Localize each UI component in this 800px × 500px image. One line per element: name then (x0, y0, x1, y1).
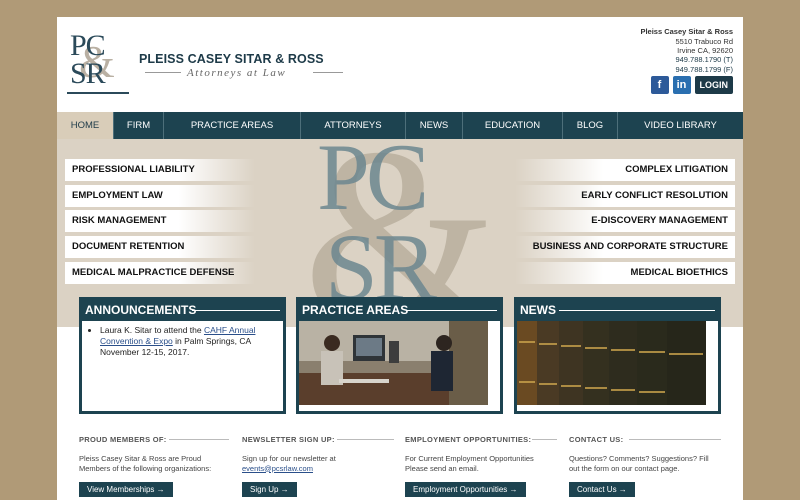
contact-column: CONTACT US: Questions? Comments? Suggest… (569, 435, 721, 497)
practice-areas-image[interactable] (299, 321, 500, 411)
announcement-text: Laura K. Sitar to attend the (100, 325, 204, 335)
newsletter-email-link[interactable]: events@pcsrlaw.com (242, 464, 394, 474)
law-books-photo (517, 321, 706, 405)
contact-heading: CONTACT US: (569, 435, 624, 444)
facebook-icon[interactable]: f (650, 76, 669, 94)
practice-link-document-retention[interactable]: DOCUMENT RETENTION (65, 236, 255, 258)
address-name: Pleiss Casey Sitar & Ross (640, 27, 733, 36)
practice-link-business-corporate[interactable]: BUSINESS AND CORPORATE STRUCTURE (515, 236, 735, 258)
news-image[interactable] (517, 321, 718, 411)
logo-monogram: & PC SR (67, 29, 129, 91)
practice-link-early-conflict[interactable]: EARLY CONFLICT RESOLUTION (515, 185, 735, 207)
title-rule (559, 310, 715, 311)
announcements-body: Laura K. Sitar to attend the CAHF Annual… (82, 321, 283, 411)
nav-education[interactable]: EDUCATION (463, 112, 563, 139)
phone-fax: 949.788.1799 (F) (675, 64, 733, 74)
nav-news[interactable]: NEWS (406, 112, 463, 139)
practice-areas-box[interactable]: PRACTICE AREAS (296, 297, 503, 414)
office-meeting-photo (299, 321, 488, 405)
employment-opportunities-button[interactable]: Employment Opportunities → (405, 482, 526, 497)
newsletter-column: NEWSLETTER SIGN UP: Sign up for our news… (242, 435, 394, 497)
view-memberships-button[interactable]: View Memberships → (79, 482, 173, 497)
news-box[interactable]: NEWS (514, 297, 721, 414)
linkedin-icon[interactable]: in (672, 76, 691, 94)
page: & PC SR PLEISS CASEY SITAR & ROSS Attorn… (57, 17, 743, 500)
nav-home[interactable]: HOME (57, 112, 114, 139)
tagline-rule-right (313, 72, 343, 73)
contact-text: Questions? Comments? Suggestions? Fill o… (569, 454, 709, 473)
practice-areas-title-text: PRACTICE AREAS (302, 303, 409, 317)
newsletter-text: Sign up for our newsletter at events@pcs… (242, 454, 394, 473)
heading-rule (629, 439, 721, 440)
nav-blog[interactable]: BLOG (563, 112, 618, 139)
news-title-text: NEWS (520, 303, 556, 317)
nav-practice-areas[interactable]: PRACTICE AREAS (164, 112, 301, 139)
title-rule (192, 310, 280, 311)
nav-attorneys[interactable]: ATTORNEYS (301, 112, 406, 139)
social-links: f in LOGIN (650, 76, 733, 94)
nav-video-library[interactable]: VIDEO LIBRARY (618, 112, 743, 139)
firm-address: Pleiss Casey Sitar & Ross 5510 Trabuco R… (640, 27, 733, 56)
announcements-box: ANNOUNCEMENTS Laura K. Sitar to attend t… (79, 297, 286, 414)
employment-heading: EMPLOYMENT OPPORTUNITIES: (405, 435, 532, 444)
practice-link-ediscovery[interactable]: E-DISCOVERY MANAGEMENT (515, 210, 735, 232)
announcements-title-text: ANNOUNCEMENTS (85, 303, 197, 317)
firm-name: PLEISS CASEY SITAR & ROSS (139, 52, 324, 66)
announcements-title: ANNOUNCEMENTS (82, 300, 283, 320)
practice-link-complex-litigation[interactable]: COMPLEX LITIGATION (515, 159, 735, 181)
practice-link-risk-management[interactable]: RISK MANAGEMENT (65, 210, 255, 232)
practice-link-medical-malpractice[interactable]: MEDICAL MALPRACTICE DEFENSE (65, 262, 255, 284)
phone-telephone[interactable]: 949.788.1790 (T) (675, 55, 733, 65)
employment-text: For Current Employment Opportunities Ple… (405, 454, 534, 473)
newsletter-description: Sign up for our newsletter at (242, 454, 336, 463)
practice-areas-title: PRACTICE AREAS (299, 300, 500, 320)
announcement-item: Laura K. Sitar to attend the CAHF Annual… (100, 325, 279, 358)
practice-link-professional-liability[interactable]: PROFESSIONAL LIABILITY (65, 159, 255, 181)
newsletter-heading: NEWSLETTER SIGN UP: (242, 435, 335, 444)
main-nav: HOME FIRM PRACTICE AREAS ATTORNEYS NEWS … (57, 112, 743, 139)
phone-numbers: 949.788.1790 (T) 949.788.1799 (F) (675, 55, 733, 74)
members-text: Pleiss Casey Sitar & Ross are Proud Memb… (79, 454, 212, 473)
tagline-rule-left (145, 72, 181, 73)
firm-tagline: Attorneys at Law (187, 67, 287, 79)
news-title: NEWS (517, 300, 718, 320)
members-heading: PROUD MEMBERS OF: (79, 435, 167, 444)
contact-us-button[interactable]: Contact Us → (569, 482, 635, 497)
practice-link-medical-bioethics[interactable]: MEDICAL BIOETHICS (515, 262, 735, 284)
nav-firm[interactable]: FIRM (114, 112, 164, 139)
login-button[interactable]: LOGIN (694, 76, 733, 94)
address-street: 5510 Trabuco Rd (675, 36, 733, 46)
employment-column: EMPLOYMENT OPPORTUNITIES: For Current Em… (405, 435, 557, 497)
members-column: PROUD MEMBERS OF: Pleiss Casey Sitar & R… (79, 435, 231, 497)
logo-rule (67, 92, 129, 94)
sign-up-button[interactable]: Sign Up → (242, 482, 297, 497)
heading-rule (337, 439, 394, 440)
heading-rule (169, 439, 229, 440)
logo-letters-bottom: SR (70, 57, 106, 90)
practice-link-employment-law[interactable]: EMPLOYMENT LAW (65, 185, 255, 207)
heading-rule (532, 439, 557, 440)
site-header: & PC SR PLEISS CASEY SITAR & ROSS Attorn… (57, 17, 743, 112)
title-rule (407, 310, 497, 311)
